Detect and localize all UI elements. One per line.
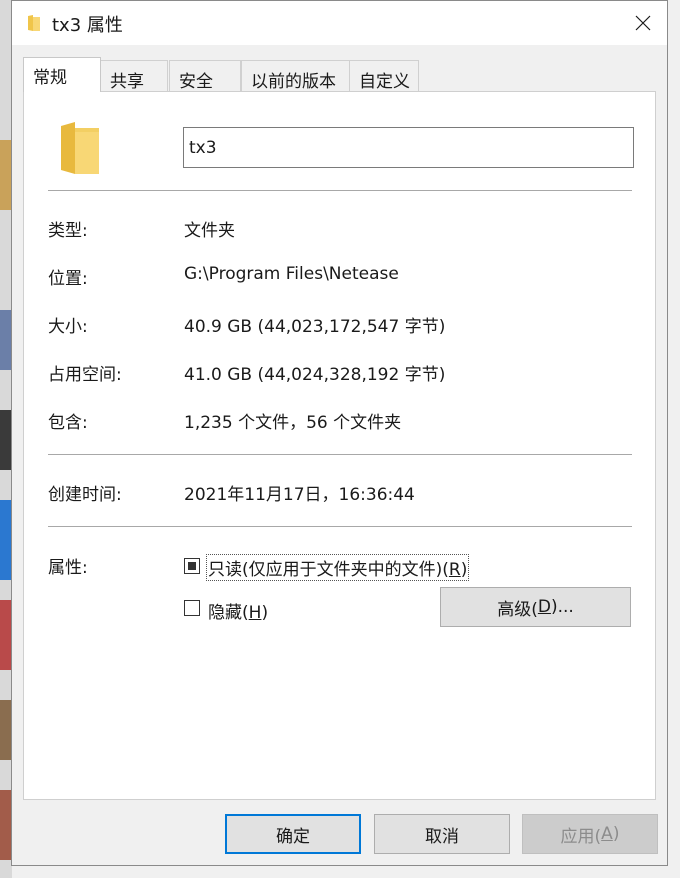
advanced-button[interactable]: 高级(D)... <box>440 587 631 627</box>
readonly-checkbox[interactable] <box>184 558 200 574</box>
location-label: 位置: <box>48 269 88 289</box>
hidden-checkbox[interactable] <box>184 600 200 616</box>
tab-sharing[interactable]: 共享 <box>100 60 168 92</box>
cancel-button[interactable]: 取消 <box>374 814 510 854</box>
type-value: 文件夹 <box>184 221 235 241</box>
folder-icon <box>28 15 40 31</box>
separator <box>48 526 632 527</box>
folder-icon <box>61 122 99 174</box>
contains-label: 包含: <box>48 413 88 433</box>
apply-button[interactable]: 应用(A) <box>522 814 658 854</box>
location-value: G:\Program Files\Netease <box>184 264 399 284</box>
disk-size-label: 占用空间: <box>48 365 122 385</box>
ok-button[interactable]: 确定 <box>225 814 361 854</box>
close-icon <box>635 15 651 31</box>
type-label: 类型: <box>48 221 88 241</box>
size-label: 大小: <box>48 317 88 337</box>
indeterminate-mark <box>188 562 196 570</box>
disk-size-value: 41.0 GB (44,024,328,192 字节) <box>184 365 446 385</box>
separator <box>48 190 632 191</box>
window-title: tx3 属性 <box>52 15 123 36</box>
hidden-label[interactable]: 隐藏(H) <box>208 598 268 623</box>
tab-customize[interactable]: 自定义 <box>349 60 419 92</box>
properties-dialog: tx3 属性 常规 共享 安全 以前的版本 自定义 类型: 文件夹 位置: G:… <box>11 0 668 866</box>
close-button[interactable] <box>619 1 667 45</box>
readonly-label[interactable]: 只读(仅应用于文件夹中的文件)(R) <box>205 554 470 581</box>
general-panel: 类型: 文件夹 位置: G:\Program Files\Netease 大小:… <box>23 91 656 800</box>
tab-general[interactable]: 常规 <box>23 57 101 92</box>
created-value: 2021年11月17日，16:36:44 <box>184 485 415 505</box>
folder-name-input[interactable] <box>183 127 634 168</box>
tab-security[interactable]: 安全 <box>169 60 241 92</box>
tab-previous-versions[interactable]: 以前的版本 <box>241 60 350 92</box>
contains-value: 1,235 个文件，56 个文件夹 <box>184 413 402 433</box>
title-bar: tx3 属性 <box>12 1 667 45</box>
size-value: 40.9 GB (44,023,172,547 字节) <box>184 317 446 337</box>
attributes-label: 属性: <box>48 558 88 578</box>
created-label: 创建时间: <box>48 485 122 505</box>
separator <box>48 454 632 455</box>
